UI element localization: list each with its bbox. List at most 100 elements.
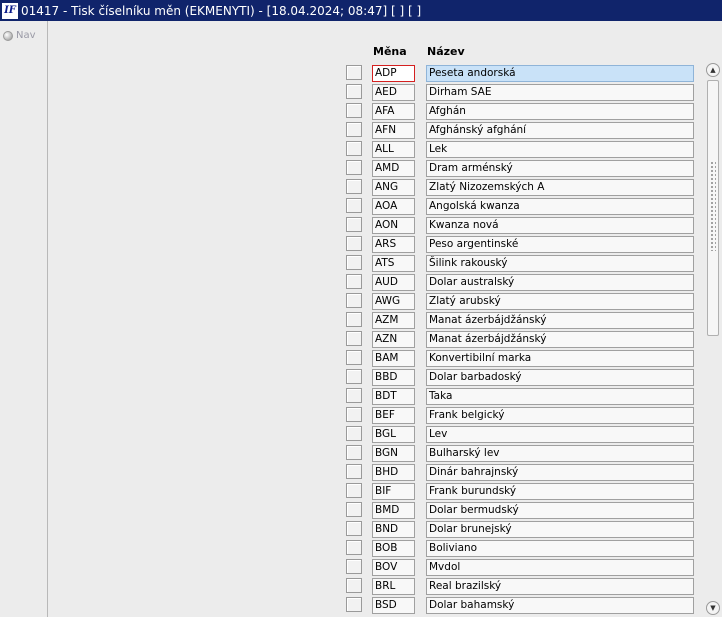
scroll-up-icon[interactable]: ▲ <box>706 63 720 77</box>
row-selector-checkbox[interactable] <box>346 369 362 384</box>
vertical-scrollbar[interactable]: ▲ ▼ <box>706 63 721 615</box>
currency-code-field[interactable]: BOV <box>372 559 415 576</box>
currency-name-field[interactable]: Manat ázerbájdžánský <box>426 331 694 348</box>
row-selector-checkbox[interactable] <box>346 160 362 175</box>
currency-name-field[interactable]: Dinár bahrajnský <box>426 464 694 481</box>
currency-name-field[interactable]: Šilink rakouský <box>426 255 694 272</box>
currency-name-field[interactable]: Zlatý arubský <box>426 293 694 310</box>
currency-name-field[interactable]: Bulharský lev <box>426 445 694 462</box>
currency-code-field[interactable]: AED <box>372 84 415 101</box>
radio-icon <box>3 30 13 41</box>
currency-code-field[interactable]: ALL <box>372 141 415 158</box>
grip-icon <box>710 161 716 251</box>
scroll-down-icon[interactable]: ▼ <box>706 601 720 615</box>
currency-code-field[interactable]: ADP <box>372 65 415 82</box>
row-selector-checkbox[interactable] <box>346 350 362 365</box>
row-selector-checkbox[interactable] <box>346 445 362 460</box>
currency-name-field[interactable]: Dolar bahamský <box>426 597 694 614</box>
currency-name-field[interactable]: Dolar barbadoský <box>426 369 694 386</box>
row-selector-checkbox[interactable] <box>346 464 362 479</box>
currency-code-field[interactable]: BRL <box>372 578 415 595</box>
currency-code-field[interactable]: ATS <box>372 255 415 272</box>
row-selector-checkbox[interactable] <box>346 597 362 612</box>
currency-code-field[interactable]: AUD <box>372 274 415 291</box>
currency-name-field[interactable]: Frank belgický <box>426 407 694 424</box>
currency-code-field[interactable]: BAM <box>372 350 415 367</box>
scroll-thumb[interactable] <box>707 80 719 336</box>
main-area: Měna Název ADP Peseta andorská AED Dirham S… <box>48 21 722 617</box>
currency-code-field[interactable]: AMD <box>372 160 415 177</box>
row-selector-checkbox[interactable] <box>346 293 362 308</box>
currency-name-field[interactable]: Frank burundský <box>426 483 694 500</box>
currency-name-field[interactable]: Peso argentinské <box>426 236 694 253</box>
currency-name-field[interactable]: Dolar bermudský <box>426 502 694 519</box>
currency-code-field[interactable]: BSD <box>372 597 415 614</box>
currency-code-field[interactable]: BND <box>372 521 415 538</box>
currency-code-field[interactable]: BBD <box>372 369 415 386</box>
currency-name-field[interactable]: Afghánský afghání <box>426 122 694 139</box>
currency-name-field[interactable]: Mvdol <box>426 559 694 576</box>
row-selector-checkbox[interactable] <box>346 198 362 213</box>
currency-code-field[interactable]: AFN <box>372 122 415 139</box>
currency-code-field[interactable]: BGL <box>372 426 415 443</box>
currency-code-field[interactable]: ANG <box>372 179 415 196</box>
currency-name-field[interactable]: Peseta andorská <box>426 65 694 82</box>
row-selector-checkbox[interactable] <box>346 388 362 403</box>
row-selector-checkbox[interactable] <box>346 521 362 536</box>
currency-code-field[interactable]: BMD <box>372 502 415 519</box>
currency-code-field[interactable]: BIF <box>372 483 415 500</box>
row-selector-checkbox[interactable] <box>346 84 362 99</box>
row-selector-checkbox[interactable] <box>346 141 362 156</box>
currency-code-field[interactable]: AZM <box>372 312 415 329</box>
currency-name-field[interactable]: Dram arménský <box>426 160 694 177</box>
row-selector-checkbox[interactable] <box>346 122 362 137</box>
currency-name-field[interactable]: Konvertibilní marka <box>426 350 694 367</box>
row-selector-checkbox[interactable] <box>346 65 362 80</box>
row-selector-checkbox[interactable] <box>346 578 362 593</box>
row-selector-checkbox[interactable] <box>346 103 362 118</box>
currency-code-field[interactable]: BHD <box>372 464 415 481</box>
currency-name-field[interactable]: Real brazilský <box>426 578 694 595</box>
currency-code-field[interactable]: AON <box>372 217 415 234</box>
row-selector-checkbox[interactable] <box>346 255 362 270</box>
row-selector-checkbox[interactable] <box>346 502 362 517</box>
currency-code-field[interactable]: BGN <box>372 445 415 462</box>
currency-name-field[interactable]: Dolar australský <box>426 274 694 291</box>
currency-name-field[interactable]: Boliviano <box>426 540 694 557</box>
currency-name-field[interactable]: Kwanza nová <box>426 217 694 234</box>
currency-name-field[interactable]: Zlatý Nizozemských A <box>426 179 694 196</box>
currency-name-field[interactable]: Angolská kwanza <box>426 198 694 215</box>
row-selector-checkbox[interactable] <box>346 274 362 289</box>
row-selector-checkbox[interactable] <box>346 407 362 422</box>
currency-name-field[interactable]: Dolar brunejský <box>426 521 694 538</box>
currency-code-field[interactable]: AOA <box>372 198 415 215</box>
currency-code-field[interactable]: AWG <box>372 293 415 310</box>
app-logo-icon: IF <box>2 2 18 19</box>
currency-code-field[interactable]: BEF <box>372 407 415 424</box>
currency-code-field[interactable]: AFA <box>372 103 415 120</box>
row-selector-checkbox[interactable] <box>346 236 362 251</box>
column-header-name: Název <box>427 45 465 58</box>
window-titlebar: IF 01417 - Tisk číselníku měn (EKMENYTI)… <box>0 0 722 21</box>
row-selector-checkbox[interactable] <box>346 540 362 555</box>
currency-name-field[interactable]: Lev <box>426 426 694 443</box>
row-selector-checkbox[interactable] <box>346 179 362 194</box>
currency-name-field[interactable]: Lek <box>426 141 694 158</box>
currency-code-field[interactable]: ARS <box>372 236 415 253</box>
row-selector-checkbox[interactable] <box>346 331 362 346</box>
row-selector-checkbox[interactable] <box>346 559 362 574</box>
currency-name-field[interactable]: Afghán <box>426 103 694 120</box>
currency-code-field[interactable]: BOB <box>372 540 415 557</box>
currency-code-field[interactable]: BDT <box>372 388 415 405</box>
window-title: 01417 - Tisk číselníku měn (EKMENYTI) - … <box>21 3 422 18</box>
row-selector-checkbox[interactable] <box>346 312 362 327</box>
row-selector-checkbox[interactable] <box>346 217 362 232</box>
currency-code-field[interactable]: AZN <box>372 331 415 348</box>
row-selector-checkbox[interactable] <box>346 483 362 498</box>
row-selector-checkbox[interactable] <box>346 426 362 441</box>
currency-name-field[interactable]: Manat ázerbájdžánský <box>426 312 694 329</box>
currency-name-field[interactable]: Dirham SAE <box>426 84 694 101</box>
left-panel: Nav <box>0 21 48 617</box>
nav-button[interactable]: Nav <box>3 30 36 41</box>
currency-name-field[interactable]: Taka <box>426 388 694 405</box>
